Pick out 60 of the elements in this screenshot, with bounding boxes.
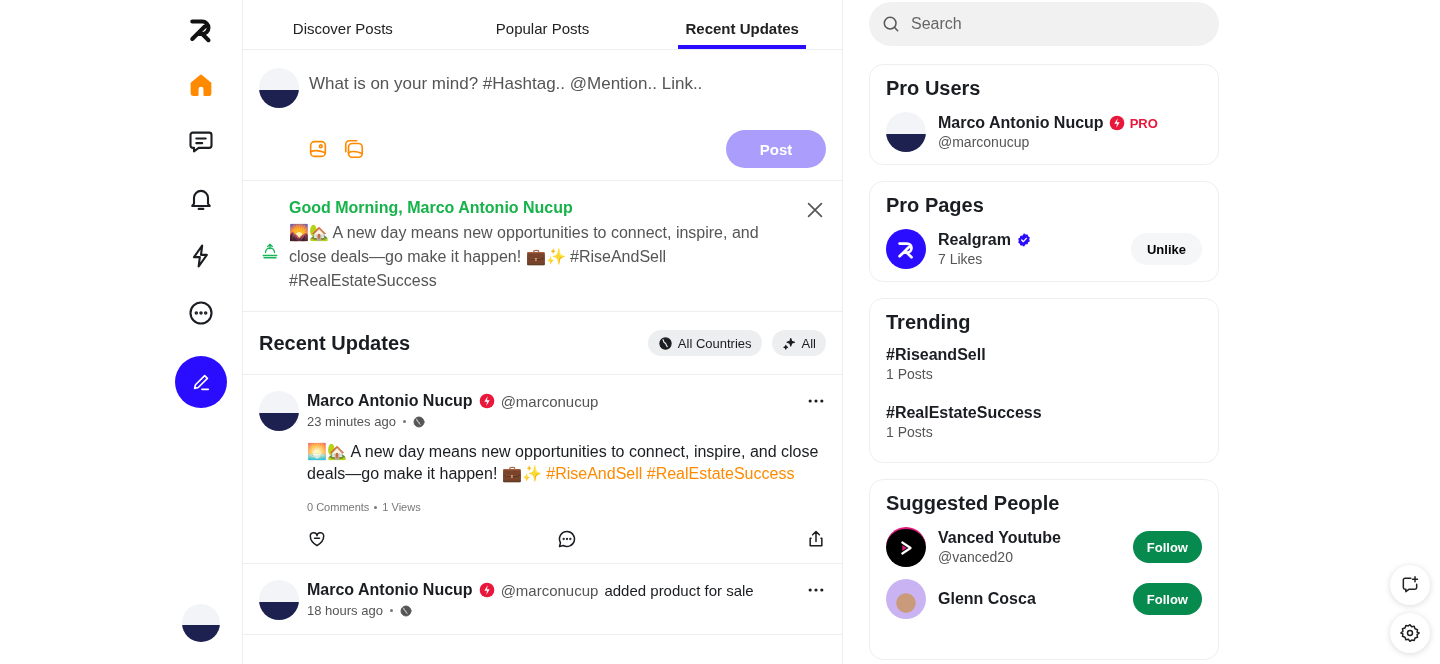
page-name[interactable]: Realgram <box>938 231 1011 249</box>
post-time: 18 hours ago <box>307 603 383 618</box>
sunrise-icon <box>261 242 279 260</box>
tab[interactable]: Recent Updates <box>678 0 806 49</box>
trending-hashtag[interactable]: #RiseandSell <box>886 346 1202 364</box>
post-text: 🌅🏡 A new day means new opportunities to connect, inspire, and close deals—go make it happen! 💼✨ #RiseAndSell #RealEstateSuccess <box>307 442 820 485</box>
avatar <box>886 579 926 619</box>
avatar <box>259 391 299 431</box>
card-title: Pro Pages <box>886 194 985 217</box>
compose-button[interactable] <box>175 356 227 408</box>
post-count: 1 Posts <box>886 424 934 440</box>
card-title: Pro Users <box>886 77 982 100</box>
new-chat-button[interactable] <box>1390 565 1430 605</box>
follow-button[interactable]: Follow <box>1132 531 1202 563</box>
globe-icon <box>657 335 673 351</box>
user-name[interactable]: Glenn Cosca <box>938 590 1036 608</box>
author-handle[interactable]: @marconucup <box>500 581 599 599</box>
post-time: 23 minutes ago <box>307 414 396 429</box>
search-icon <box>881 14 901 34</box>
lightning-badge-icon <box>1108 115 1125 131</box>
pro-label: PRO <box>1129 115 1158 131</box>
tab[interactable]: Popular Posts <box>478 0 607 49</box>
card-title: Trending <box>886 311 972 334</box>
filter-chip[interactable]: All Countries <box>647 330 762 356</box>
heart-icon[interactable] <box>307 529 327 549</box>
chat-plus-icon <box>1400 575 1420 595</box>
author-name[interactable]: Marco Antonio Nucup <box>307 392 473 410</box>
comment-icon[interactable] <box>556 529 577 549</box>
more-icon[interactable] <box>187 299 215 327</box>
trending-hashtag[interactable]: #RealEstateSuccess <box>886 404 1202 422</box>
avatar <box>259 68 299 108</box>
globe-icon <box>399 604 412 617</box>
filter-chip[interactable]: All <box>771 330 826 356</box>
greeting-title: Good Morning, Marco Antonio Nucup <box>289 199 574 217</box>
share-icon[interactable] <box>806 529 826 549</box>
post-count: 1 Posts <box>886 366 934 382</box>
like-count: 7 Likes <box>938 251 984 267</box>
tab[interactable]: Discover Posts <box>279 0 407 49</box>
author-name[interactable]: Marco Antonio Nucup <box>307 581 473 599</box>
avatar <box>182 604 220 642</box>
card-title: Suggested People <box>886 492 1061 515</box>
sparkle-icon <box>781 335 797 351</box>
search-field[interactable]: Search <box>869 2 1219 46</box>
avatar <box>886 112 926 152</box>
view-count: 1 Views <box>382 501 421 513</box>
unlike-button[interactable]: Unlike <box>1131 233 1202 265</box>
globe-icon <box>412 415 425 428</box>
avatar <box>259 580 299 620</box>
section-title: Recent Updates <box>259 331 411 355</box>
follow-button[interactable]: Follow <box>1132 583 1202 615</box>
post-action-text: added product for sale <box>604 581 754 599</box>
user-name[interactable]: Marco Antonio Nucup <box>938 114 1104 132</box>
settings-icon <box>1400 623 1420 643</box>
greeting-message: 🌄🏡 A new day means new opportunities to connect, inspire, and close deals—go make it happen! 💼✨ #RiseAndSell #RealEstateSuccess <box>289 223 760 291</box>
author-handle[interactable]: @marconucup <box>500 392 599 410</box>
comment-count: 0 Comments <box>307 501 370 513</box>
user-name[interactable]: Vanced Youtube <box>938 529 1061 547</box>
user-handle: @vanced20 <box>938 549 1014 565</box>
settings-button[interactable] <box>1390 613 1430 653</box>
user-handle: @marconucup <box>938 134 1031 150</box>
